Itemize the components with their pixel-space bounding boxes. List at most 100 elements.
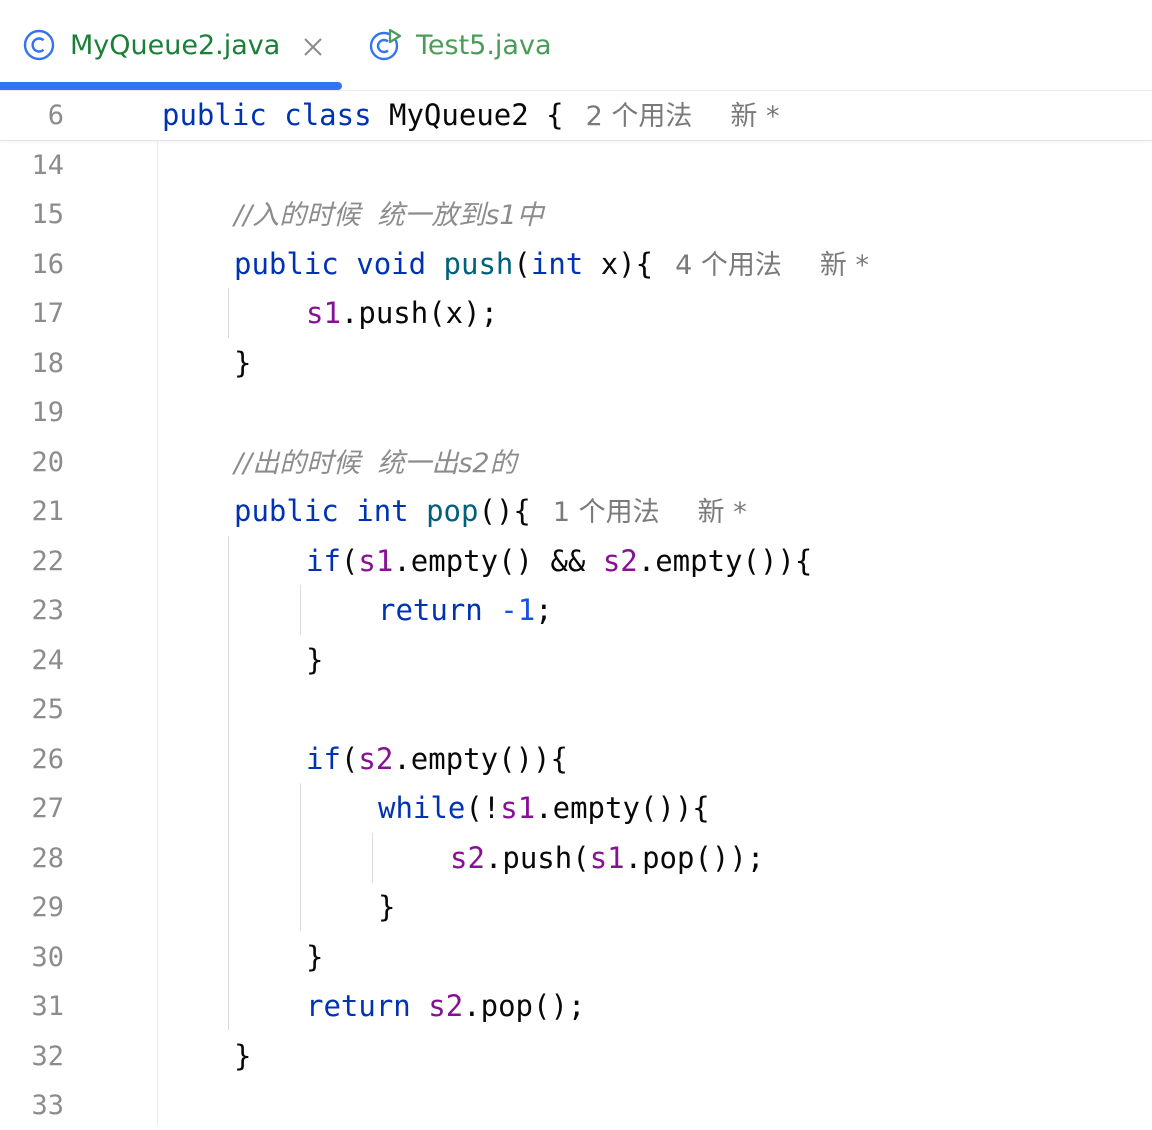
line-number: 32 bbox=[31, 1041, 64, 1072]
line-number: 17 bbox=[31, 298, 64, 329]
line-number: 30 bbox=[31, 942, 64, 973]
code-text: } bbox=[234, 346, 252, 380]
keyword: int bbox=[356, 494, 409, 528]
tab-label: Test5.java bbox=[416, 29, 552, 61]
gutter-divider bbox=[157, 140, 158, 1125]
keyword: int bbox=[530, 247, 584, 281]
field: s2 bbox=[358, 742, 394, 776]
author-hint[interactable]: 新 * bbox=[730, 101, 779, 132]
code-text: } bbox=[378, 890, 396, 924]
code-text: .push( bbox=[484, 841, 590, 875]
class-icon bbox=[22, 28, 56, 62]
line-number: 16 bbox=[31, 249, 64, 280]
code-line: //出的时候 统一出s2的 bbox=[234, 438, 517, 487]
field: s1 bbox=[500, 791, 536, 825]
code-text: .pop()); bbox=[624, 841, 765, 875]
line-number: 19 bbox=[31, 397, 64, 428]
tab-myqueue2[interactable]: MyQueue2.java bbox=[22, 0, 324, 90]
keyword: while bbox=[378, 791, 466, 825]
field: s2 bbox=[450, 841, 485, 875]
punct: ( bbox=[513, 247, 531, 281]
punct: ; bbox=[535, 593, 553, 627]
field: s2 bbox=[428, 989, 464, 1023]
code-line: return -1; bbox=[378, 586, 553, 635]
line-number: 14 bbox=[31, 150, 64, 181]
keyword: public bbox=[162, 98, 267, 132]
code-line: public class MyQueue2 {2 个用法 新 * bbox=[162, 91, 780, 140]
line-number: 24 bbox=[31, 645, 64, 676]
keyword: return bbox=[378, 593, 483, 627]
code-line: } bbox=[234, 1032, 251, 1081]
code-line: } bbox=[306, 636, 323, 685]
code-line: s1.push(x); bbox=[306, 289, 498, 338]
code-text: } bbox=[234, 1039, 252, 1073]
punct: ( bbox=[340, 544, 359, 578]
usages-hint[interactable]: 2 个用法 bbox=[586, 101, 693, 132]
brace: { bbox=[546, 98, 564, 132]
field: s1 bbox=[589, 841, 625, 875]
code-text: .empty()){ bbox=[535, 791, 710, 825]
keyword: class bbox=[284, 98, 372, 132]
author-hint[interactable]: 新 * bbox=[698, 497, 747, 528]
keyword: public bbox=[234, 494, 339, 528]
code-line: s2.push(s1.pop()); bbox=[450, 834, 764, 883]
line-number: 33 bbox=[31, 1090, 64, 1121]
keyword: if bbox=[306, 544, 341, 578]
line-number: 28 bbox=[31, 843, 64, 874]
code-text: .empty()){ bbox=[393, 742, 568, 776]
line-number: 31 bbox=[31, 991, 64, 1022]
code-line: public int pop(){ 1 个用法 新 * bbox=[234, 487, 747, 536]
line-number: 26 bbox=[31, 744, 64, 775]
keyword: return bbox=[306, 989, 411, 1023]
line-number: 27 bbox=[31, 793, 64, 824]
indent-guide bbox=[228, 536, 229, 1030]
line-number: 29 bbox=[31, 892, 64, 923]
keyword: void bbox=[356, 247, 427, 281]
comment: //出的时候 统一出s2的 bbox=[234, 448, 517, 479]
line-number: 22 bbox=[31, 546, 64, 577]
code-text: } bbox=[306, 940, 324, 974]
sticky-class-header[interactable]: 6 public class MyQueue2 {2 个用法 新 * bbox=[0, 91, 1152, 141]
code-line: } bbox=[306, 933, 323, 982]
code-text: } bbox=[306, 643, 324, 677]
line-number: 15 bbox=[31, 199, 64, 230]
active-tab-indicator bbox=[0, 82, 342, 90]
editor-tab-bar: MyQueue2.java Test5.java bbox=[0, 0, 1152, 91]
field: s1 bbox=[306, 296, 341, 330]
line-number: 20 bbox=[31, 447, 64, 478]
test-class-icon bbox=[368, 28, 402, 62]
line-number: 18 bbox=[31, 348, 64, 379]
line-number: 21 bbox=[31, 496, 64, 527]
punct: ( bbox=[340, 742, 359, 776]
code-text: x){ bbox=[583, 247, 654, 281]
code-line: public void push(int x){ 4 个用法 新 * bbox=[234, 240, 869, 289]
author-hint[interactable]: 新 * bbox=[820, 250, 869, 281]
indent-guide bbox=[300, 783, 301, 931]
code-line: return s2.pop(); bbox=[306, 982, 585, 1031]
keyword: public bbox=[234, 247, 339, 281]
comment: //入的时候 统一放到s1中 bbox=[234, 200, 544, 231]
field: s1 bbox=[358, 544, 394, 578]
code-text: .empty()){ bbox=[637, 544, 813, 578]
code-text: .empty() && bbox=[393, 544, 603, 578]
indent-guide bbox=[228, 288, 229, 338]
code-text: .pop(); bbox=[463, 989, 586, 1023]
keyword: if bbox=[306, 742, 341, 776]
indent-guide bbox=[300, 585, 301, 635]
close-icon[interactable] bbox=[302, 34, 324, 56]
code-text: .push(x); bbox=[340, 296, 499, 330]
indent-guide bbox=[372, 833, 373, 883]
tab-label: MyQueue2.java bbox=[70, 29, 281, 61]
code-line: while(!s1.empty()){ bbox=[378, 784, 710, 833]
class-name: MyQueue2 bbox=[389, 98, 529, 132]
code-line: if(s2.empty()){ bbox=[306, 735, 568, 784]
method-name: pop bbox=[426, 494, 479, 528]
line-number: 25 bbox=[31, 694, 64, 725]
code-line: if(s1.empty() && s2.empty()){ bbox=[306, 537, 812, 586]
code-text: (){ bbox=[478, 494, 531, 528]
usages-hint[interactable]: 4 个用法 bbox=[675, 250, 782, 281]
tab-test5[interactable]: Test5.java bbox=[368, 0, 552, 90]
field: s2 bbox=[602, 544, 638, 578]
usages-hint[interactable]: 1 个用法 bbox=[553, 497, 660, 528]
method-name: push bbox=[443, 247, 514, 281]
